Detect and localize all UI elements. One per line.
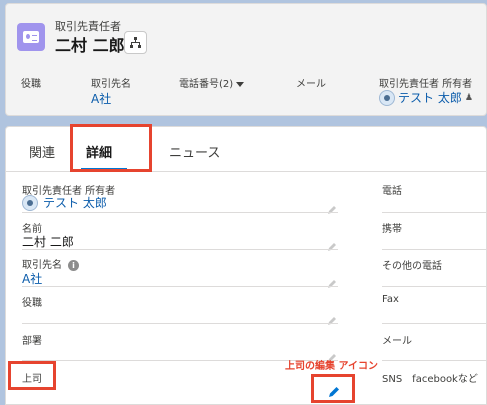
field-account-link[interactable]: A社 [22,270,42,287]
header-field-email-label: メール [296,79,326,90]
highlight-box-manager-label [8,361,56,390]
field-divider [382,249,487,250]
avatar [22,194,38,211]
header-field-title-label: 役職 [21,79,41,90]
field-phone-label: 電話 [382,186,402,197]
field-mobile-label: 携帯 [382,224,402,235]
field-fax-label: Fax [382,294,399,305]
info-icon[interactable]: i [68,259,79,271]
tab-news[interactable]: ニュース [169,142,220,161]
edit-account-icon[interactable] [327,274,337,288]
hierarchy-button[interactable] [124,31,147,54]
header-field-account-link[interactable]: A社 [91,90,111,107]
field-divider [382,360,487,361]
field-divider [22,212,338,213]
contact-card-icon [17,23,45,51]
field-divider [382,323,487,324]
field-other-phone-label: その他の電話 [382,261,442,272]
field-divider [382,212,487,213]
header-owner-link[interactable]: テスト 太郎 [398,89,462,106]
field-sns-label: SNS facebookなど [382,374,478,385]
field-divider [22,249,338,250]
field-divider [22,323,338,324]
chevron-down-icon [236,81,245,87]
record-header: 取引先責任者 二村 二郎 役職 取引先名 A社 電話番号(2) メール 取引先責… [5,3,487,116]
field-title-label: 役職 [22,298,42,309]
header-field-phone-dropdown[interactable]: 電話番号(2) [179,75,245,90]
highlight-box-details-tab [70,124,152,172]
owner-link[interactable]: テスト 太郎 [43,194,107,211]
record-name: 二村 二郎 [55,36,125,55]
header-field-account-label: 取引先名 [91,79,131,90]
change-owner-icon[interactable]: ♟ [465,93,475,103]
tab-related[interactable]: 関連 [29,142,55,161]
field-email-label: メール [382,336,412,347]
field-divider [22,286,338,287]
edit-manager-pencil-icon[interactable] [328,383,340,397]
field-name-value: 二村 二郎 [22,235,74,249]
header-field-owner-label: 取引先責任者 所有者 [379,79,473,90]
hierarchy-icon [130,37,141,48]
annotation-label: 上司の編集 アイコン [285,361,378,372]
field-account-label-row: 取引先名 i [22,256,79,271]
edit-title-icon[interactable] [327,311,337,325]
field-department-label: 部署 [22,336,42,347]
edit-owner-icon[interactable] [327,200,337,214]
header-owner: テスト 太郎 ♟ [379,89,475,106]
edit-name-icon[interactable] [327,237,337,251]
field-divider [382,286,487,287]
field-owner-value: テスト 太郎 [22,194,107,211]
avatar [379,89,395,106]
header-field-phone-label: 電話番号(2) [179,79,234,90]
